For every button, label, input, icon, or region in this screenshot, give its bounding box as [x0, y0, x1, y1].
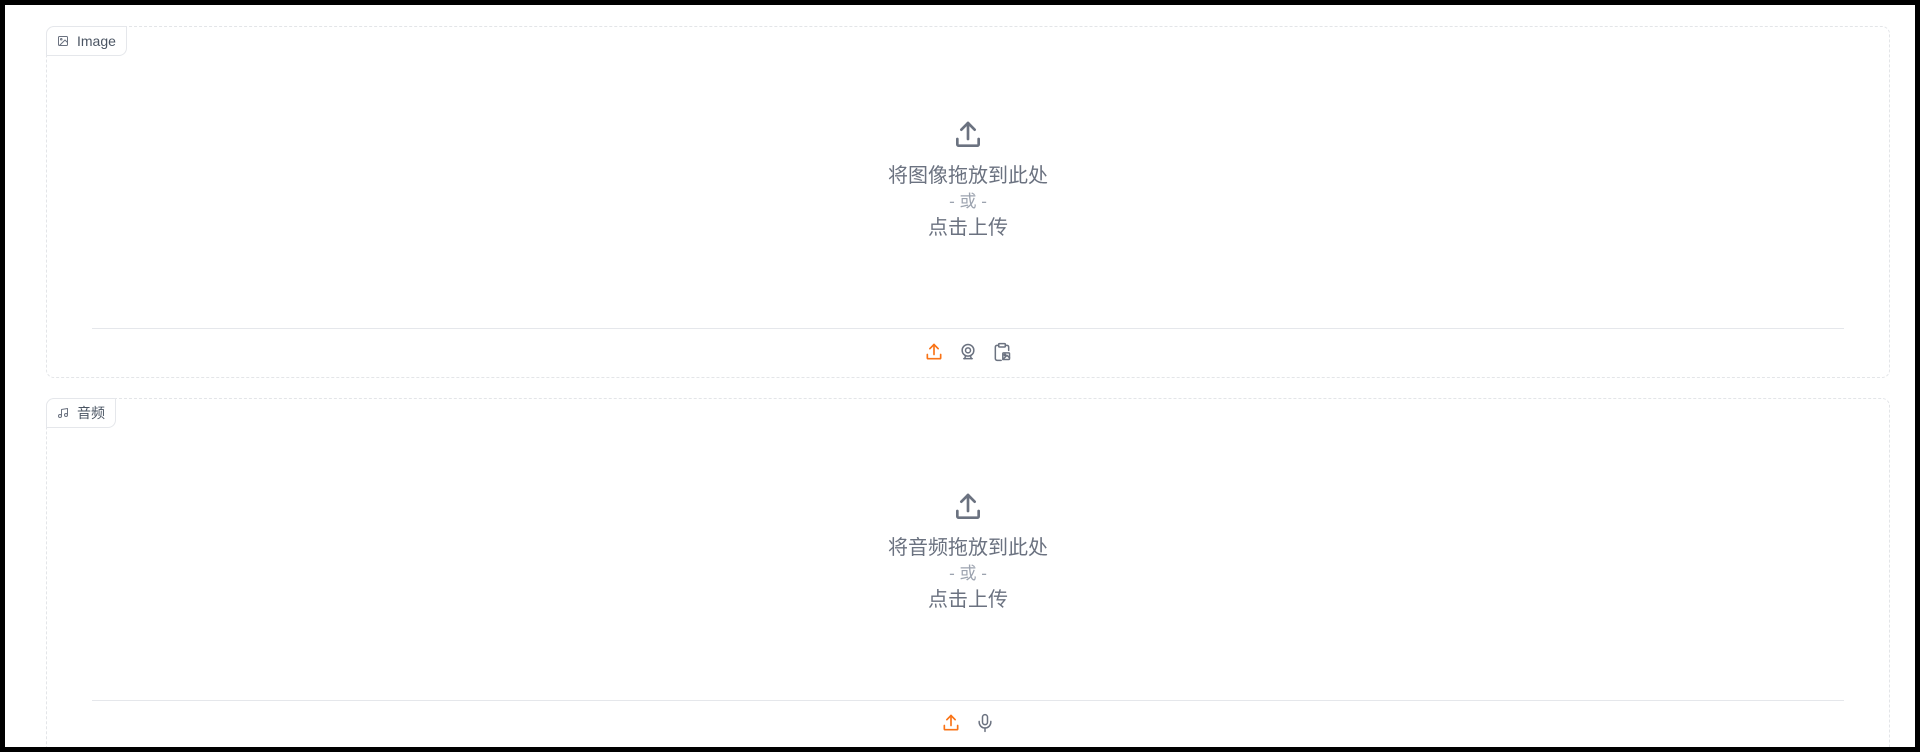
- audio-upload-block: 音频 将音频拖放到此处 - 或 - 点击上传: [46, 398, 1890, 747]
- audio-toolbar-divider: [92, 700, 1844, 701]
- app-frame: Image 将图像拖放到此处 - 或 - 点击上传 音频 将音频拖放到此处 - …: [0, 0, 1920, 752]
- audio-click-upload-text[interactable]: 点击上传: [928, 586, 1008, 614]
- image-or-text: - 或 -: [949, 192, 987, 211]
- webcam-icon: [958, 342, 978, 362]
- upload-icon: [924, 342, 944, 362]
- image-clipboard-button[interactable]: [991, 341, 1013, 363]
- image-toolbar-divider: [92, 328, 1844, 329]
- image-upload-block: Image 将图像拖放到此处 - 或 - 点击上传: [46, 26, 1890, 378]
- image-source-toolbar: [47, 341, 1889, 363]
- music-note-icon: [57, 407, 69, 419]
- audio-source-toolbar: [47, 712, 1889, 734]
- image-webcam-button[interactable]: [957, 341, 979, 363]
- audio-label-text: 音频: [77, 405, 105, 421]
- image-icon: [57, 35, 69, 47]
- upload-icon: [952, 491, 984, 528]
- audio-upload-button[interactable]: [940, 712, 962, 734]
- image-label-text: Image: [77, 33, 116, 49]
- image-drop-zone[interactable]: 将图像拖放到此处 - 或 - 点击上传: [47, 119, 1889, 242]
- audio-or-text: - 或 -: [949, 564, 987, 583]
- upload-icon: [941, 713, 961, 733]
- audio-block-label: 音频: [46, 398, 116, 428]
- microphone-icon: [975, 713, 995, 733]
- audio-drop-zone[interactable]: 将音频拖放到此处 - 或 - 点击上传: [47, 491, 1889, 614]
- audio-drop-text: 将音频拖放到此处: [888, 537, 1048, 559]
- image-block-label: Image: [46, 26, 127, 56]
- image-upload-button[interactable]: [923, 341, 945, 363]
- image-click-upload-text[interactable]: 点击上传: [928, 214, 1008, 242]
- audio-microphone-button[interactable]: [974, 712, 996, 734]
- clipboard-icon: [992, 342, 1012, 362]
- upload-icon: [952, 119, 984, 156]
- image-drop-text: 将图像拖放到此处: [888, 165, 1048, 187]
